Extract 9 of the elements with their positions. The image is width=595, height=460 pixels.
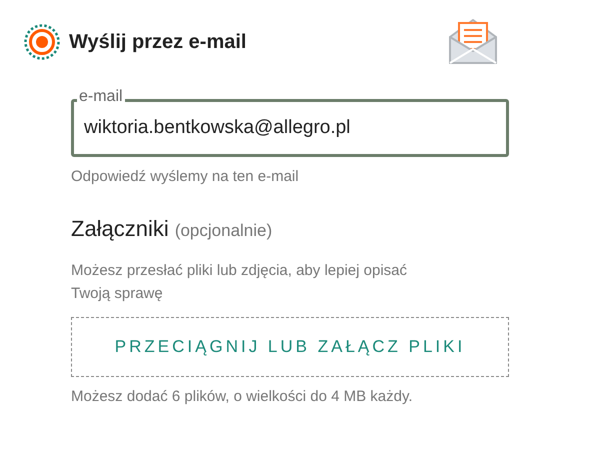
section-title: Załączniki bbox=[71, 214, 169, 243]
field-hint: Odpowiedź wyślemy na ten e-mail bbox=[71, 167, 300, 187]
description: Możesz przesłać pliki lub zdjęcia, aby lepiej opisać Twoją sprawę bbox=[71, 260, 408, 304]
envelope-icon bbox=[447, 17, 499, 67]
radio-button[interactable] bbox=[24, 24, 60, 60]
optional-note: (opcjonalnie) bbox=[174, 220, 272, 242]
option-label: Wyślij przez e-mail bbox=[69, 30, 246, 55]
file-limit-note: Możesz dodać 6 plików, o wielkości do 4 MB każdy. bbox=[71, 386, 414, 406]
attach-files-button[interactable]: PRZECIĄGNIJ LUB ZAŁĄCZ PLIKI bbox=[71, 316, 509, 376]
